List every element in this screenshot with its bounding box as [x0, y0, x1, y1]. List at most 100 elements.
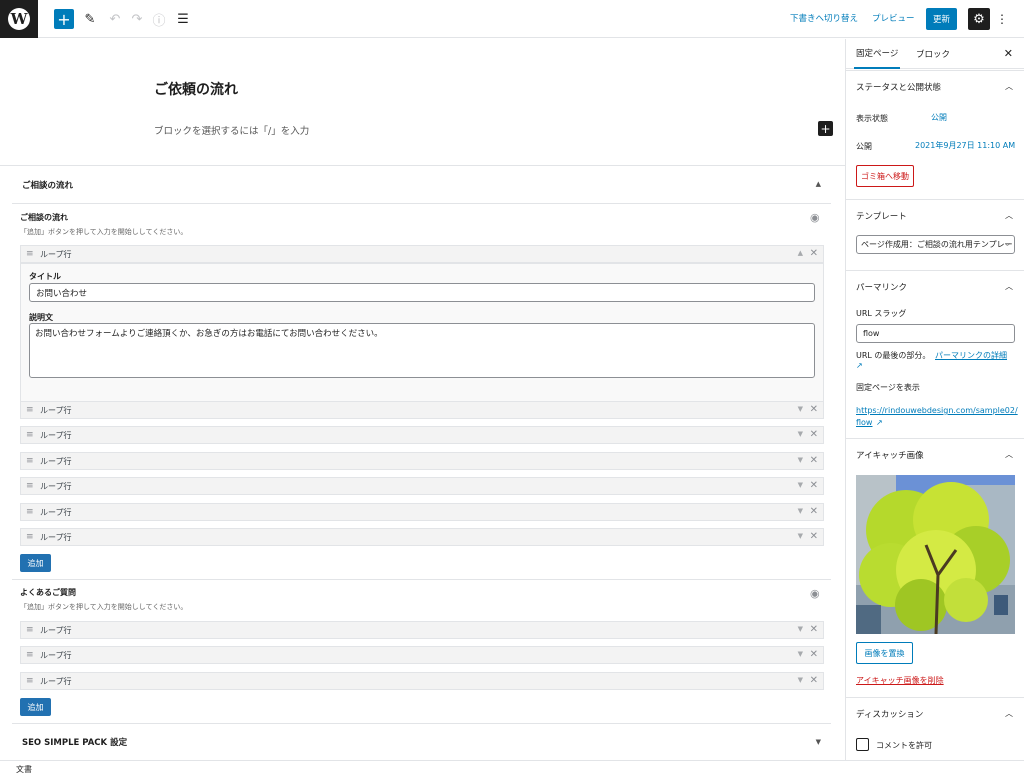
panel-discussion-header[interactable]: ディスカッション ︿ [846, 697, 1024, 729]
panel-status-header[interactable]: ステータスと公開状態 ︿ [846, 70, 1024, 102]
drag-handle-icon[interactable]: ≡ [26, 625, 36, 635]
loop-row[interactable]: ≡ ループ行 ▼ ✕ [20, 401, 824, 419]
visibility-value-link[interactable]: 公開 [931, 112, 947, 123]
external-link-icon: ↗ [876, 418, 883, 427]
page-url-link[interactable]: https://rindouwebdesign.com/sample02/ [856, 406, 1018, 415]
breadcrumb-document[interactable]: 文書 [16, 764, 32, 775]
drag-handle-icon[interactable]: ≡ [26, 430, 36, 440]
block-placeholder[interactable]: ブロックを選択するには「/」を入力 [154, 123, 309, 137]
drag-handle-icon[interactable]: ≡ [26, 507, 36, 517]
remove-row-icon[interactable]: ✕ [810, 455, 818, 466]
remove-row-icon[interactable]: ✕ [810, 248, 818, 259]
publish-date-link[interactable]: 2021年9月27日 11:10 AM [915, 140, 1015, 151]
expand-down-icon[interactable]: ▼ [798, 405, 803, 413]
loop-row-header[interactable]: ≡ ループ行 ▲ ✕ [20, 245, 824, 263]
visibility-eye-icon[interactable]: ◉ [810, 211, 820, 224]
expand-down-icon[interactable]: ▼ [798, 650, 803, 658]
collapse-up-icon[interactable]: ▲ [816, 180, 821, 188]
move-to-trash-button[interactable]: ゴミ箱へ移動 [856, 165, 914, 187]
preview-link[interactable]: プレビュー [872, 12, 915, 24]
metabox-header-seo[interactable]: SEO SIMPLE PACK 設定 ▼ [12, 723, 831, 760]
remove-row-icon[interactable]: ✕ [810, 649, 818, 660]
wordpress-logo-button[interactable]: W [0, 0, 38, 38]
visibility-label: 表示状態 [856, 114, 888, 123]
redo-icon[interactable]: ↷ [127, 8, 147, 30]
loop-row-label: ループ行 [40, 405, 72, 415]
replace-image-button[interactable]: 画像を置換 [856, 642, 913, 664]
tools-pencil-icon[interactable]: ✎ [80, 8, 100, 30]
block-inserter-button[interactable]: + [54, 9, 74, 29]
expand-down-icon[interactable]: ▼ [816, 738, 821, 746]
loop-row[interactable]: ≡ ループ行 ▼ ✕ [20, 477, 824, 495]
allow-comments-checkbox[interactable] [856, 738, 869, 751]
tab-page[interactable]: 固定ページ [854, 39, 901, 69]
chevron-up-icon[interactable]: ︿ [1005, 210, 1013, 221]
tab-block[interactable]: ブロック [916, 39, 950, 69]
chevron-up-icon[interactable]: ︿ [1005, 708, 1013, 719]
drag-handle-icon[interactable]: ≡ [26, 532, 36, 542]
expand-down-icon[interactable]: ▼ [798, 676, 803, 684]
drag-handle-icon[interactable]: ≡ [26, 456, 36, 466]
page-url-link-2[interactable]: flow [856, 418, 872, 427]
chevron-up-icon[interactable]: ︿ [1005, 281, 1013, 292]
metabox-title: SEO SIMPLE PACK 設定 [22, 738, 128, 748]
expand-down-icon[interactable]: ▼ [798, 532, 803, 540]
inline-inserter-icon[interactable]: + [818, 121, 833, 136]
remove-row-icon[interactable]: ✕ [810, 624, 818, 635]
chevron-up-icon[interactable]: ︿ [1005, 449, 1013, 460]
post-title[interactable]: ご依頼の流れ [154, 79, 238, 99]
remove-row-icon[interactable]: ✕ [810, 404, 818, 415]
drag-handle-icon[interactable]: ≡ [26, 249, 36, 259]
slug-input[interactable]: flow [856, 324, 1015, 343]
settings-gear-icon[interactable]: ⚙ [968, 8, 990, 30]
expand-down-icon[interactable]: ▼ [798, 456, 803, 464]
title-field-label: タイトル [29, 272, 61, 281]
collapse-up-icon[interactable]: ▲ [798, 249, 803, 257]
panel-permalink-header[interactable]: パーマリンク ︿ [846, 270, 1024, 302]
remove-row-icon[interactable]: ✕ [810, 480, 818, 491]
chevron-up-icon[interactable]: ︿ [1005, 81, 1013, 92]
update-button[interactable]: 更新 [926, 8, 957, 30]
expand-down-icon[interactable]: ▼ [798, 507, 803, 515]
panel-featured-header[interactable]: アイキャッチ画像 ︿ [846, 438, 1024, 470]
permalink-details-link[interactable]: パーマリンクの詳細 [935, 350, 1007, 361]
loop-row[interactable]: ≡ ループ行 ▼ ✕ [20, 528, 824, 546]
featured-image-thumbnail[interactable] [856, 475, 1015, 634]
close-icon[interactable]: ✕ [1004, 47, 1013, 60]
loop-row[interactable]: ≡ ループ行 ▼ ✕ [20, 672, 824, 690]
drag-handle-icon[interactable]: ≡ [26, 481, 36, 491]
loop-row[interactable]: ≡ ループ行 ▼ ✕ [20, 452, 824, 470]
field-label-consult-flow: ご相談の流れ [20, 213, 68, 222]
loop-row[interactable]: ≡ ループ行 ▼ ✕ [20, 426, 824, 444]
remove-row-icon[interactable]: ✕ [810, 429, 818, 440]
more-options-icon[interactable]: ⋮ [996, 8, 1008, 30]
save-draft-link[interactable]: 下書きへ切り替え [790, 12, 858, 24]
slug-note: URL の最後の部分。 [856, 351, 931, 360]
remove-row-icon[interactable]: ✕ [810, 506, 818, 517]
remove-row-icon[interactable]: ✕ [810, 531, 818, 542]
loop-row[interactable]: ≡ ループ行 ▼ ✕ [20, 621, 824, 639]
drag-handle-icon[interactable]: ≡ [26, 676, 36, 686]
undo-icon[interactable]: ↶ [105, 8, 125, 30]
loop-row[interactable]: ≡ ループ行 ▼ ✕ [20, 503, 824, 521]
add-row-button[interactable]: 追加 [20, 554, 51, 572]
panel-title: テンプレート [856, 211, 907, 222]
expand-down-icon[interactable]: ▼ [798, 430, 803, 438]
drag-handle-icon[interactable]: ≡ [26, 650, 36, 660]
tree-photo-image [856, 475, 1015, 634]
expand-down-icon[interactable]: ▼ [798, 625, 803, 633]
description-textarea[interactable]: お問い合わせフォームよりご連絡頂くか、お急ぎの方はお電話にてお問い合わせください… [29, 323, 815, 378]
add-row-button[interactable]: 追加 [20, 698, 51, 716]
expand-down-icon[interactable]: ▼ [798, 481, 803, 489]
panel-template-header[interactable]: テンプレート ︿ [846, 199, 1024, 231]
list-view-icon[interactable]: ☰ [173, 8, 193, 30]
metabox-header-consult[interactable]: ご相談の流れ ▲ [12, 166, 831, 204]
remove-row-icon[interactable]: ✕ [810, 675, 818, 686]
loop-row[interactable]: ≡ ループ行 ▼ ✕ [20, 646, 824, 664]
drag-handle-icon[interactable]: ≡ [26, 405, 36, 415]
info-icon[interactable]: ⓘ [149, 8, 169, 30]
visibility-eye-icon[interactable]: ◉ [810, 587, 820, 600]
remove-featured-image-link[interactable]: アイキャッチ画像を削除 [856, 675, 944, 686]
title-input[interactable]: お問い合わせ [29, 283, 815, 302]
template-select[interactable]: ページ作成用：ご相談の流れ用テンプレート ⌵ [856, 235, 1015, 254]
